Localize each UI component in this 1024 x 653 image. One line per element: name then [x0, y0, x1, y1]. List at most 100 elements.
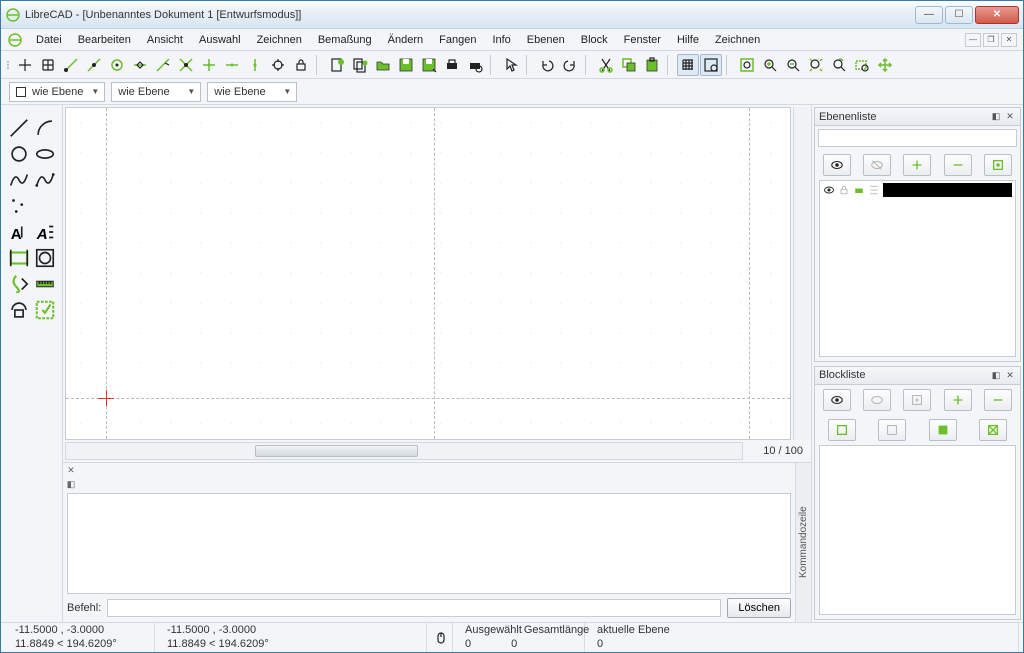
menu-hilfe[interactable]: Hilfe — [670, 32, 706, 48]
layer-edit-icon[interactable] — [984, 154, 1012, 176]
new-file-icon[interactable] — [326, 54, 348, 76]
command-history[interactable] — [67, 493, 791, 594]
snap-endpoint-icon[interactable] — [60, 54, 82, 76]
mdi-minimize[interactable]: — — [965, 33, 981, 47]
print-preview-icon[interactable] — [464, 54, 486, 76]
menu-ansicht[interactable]: Ansicht — [140, 32, 190, 48]
zoom-auto-icon[interactable] — [805, 54, 827, 76]
zoom-out-icon[interactable] — [782, 54, 804, 76]
layer-combo[interactable]: wie Ebene▼ — [9, 82, 105, 102]
tool-point-icon[interactable] — [8, 195, 30, 217]
block-add-icon[interactable] — [944, 389, 972, 411]
toggle-draft-icon[interactable] — [700, 54, 722, 76]
block-create-icon[interactable] — [903, 389, 931, 411]
snap-free-icon[interactable] — [14, 54, 36, 76]
restrict-horizontal-icon[interactable] — [221, 54, 243, 76]
layers-filter-input[interactable] — [818, 129, 1017, 147]
vertical-scrollbar[interactable] — [793, 107, 809, 440]
save-as-icon[interactable] — [418, 54, 440, 76]
tool-select-icon[interactable] — [34, 299, 56, 321]
menu-datei[interactable]: Datei — [29, 32, 69, 48]
set-relative-zero-icon[interactable] — [267, 54, 289, 76]
block-rename-icon[interactable] — [828, 419, 856, 441]
block-remove-icon[interactable] — [984, 389, 1012, 411]
block-insert-icon[interactable] — [979, 419, 1007, 441]
tool-modify-icon[interactable] — [8, 273, 30, 295]
menu-zeichnen[interactable]: Zeichnen — [250, 32, 309, 48]
horizontal-scrollbar[interactable] — [65, 442, 743, 460]
menu-bemassung[interactable]: Bemaßung — [311, 32, 379, 48]
layer-visible-icon[interactable] — [823, 184, 835, 196]
command-clear-button[interactable]: Löschen — [727, 598, 791, 618]
menu-fenster[interactable]: Fenster — [617, 32, 668, 48]
close-button[interactable]: ✕ — [975, 6, 1019, 24]
layer-print-icon[interactable] — [853, 184, 865, 196]
copy-icon[interactable] — [618, 54, 640, 76]
lock-relative-zero-icon[interactable] — [290, 54, 312, 76]
tool-block-icon[interactable] — [8, 299, 30, 321]
undo-icon[interactable] — [536, 54, 558, 76]
tool-dimension-icon[interactable] — [8, 247, 30, 269]
menu-ebenen[interactable]: Ebenen — [520, 32, 572, 48]
print-icon[interactable] — [441, 54, 463, 76]
redo-icon[interactable] — [559, 54, 581, 76]
pointer-icon[interactable] — [500, 54, 522, 76]
snap-grid-icon[interactable] — [37, 54, 59, 76]
zoom-redraw-icon[interactable] — [736, 54, 758, 76]
block-hide-all-icon[interactable] — [863, 389, 891, 411]
zoom-pan-icon[interactable] — [874, 54, 896, 76]
tool-spline-icon[interactable] — [8, 169, 30, 191]
tool-polyline-icon[interactable] — [34, 169, 56, 191]
restrict-vertical-icon[interactable] — [244, 54, 266, 76]
tool-hatch-icon[interactable] — [34, 247, 56, 269]
toolbar-handle[interactable] — [5, 61, 11, 69]
maximize-button[interactable]: ☐ — [945, 6, 973, 24]
block-save-icon[interactable] — [929, 419, 957, 441]
cut-icon[interactable] — [595, 54, 617, 76]
snap-middle-icon[interactable] — [129, 54, 151, 76]
menu-bearbeiten[interactable]: Bearbeiten — [71, 32, 138, 48]
mdi-close[interactable]: ✕ — [1001, 33, 1017, 47]
layer-remove-icon[interactable] — [944, 154, 972, 176]
menu-auswahl[interactable]: Auswahl — [192, 32, 248, 48]
tool-circle-icon[interactable] — [8, 143, 30, 165]
tool-mtext-icon[interactable]: A — [34, 221, 56, 243]
blocks-list[interactable] — [819, 445, 1016, 616]
snap-onentity-icon[interactable] — [83, 54, 105, 76]
block-edit-icon[interactable] — [878, 419, 906, 441]
blocks-undock-icon[interactable]: ◧ — [990, 369, 1002, 381]
layer-lock-icon[interactable] — [838, 184, 850, 196]
drawing-canvas[interactable] — [65, 107, 791, 440]
paste-icon[interactable] — [641, 54, 663, 76]
tool-measure-icon[interactable] — [34, 273, 56, 295]
layer-hide-all-icon[interactable] — [863, 154, 891, 176]
new-from-template-icon[interactable] — [349, 54, 371, 76]
open-file-icon[interactable] — [372, 54, 394, 76]
zoom-in-icon[interactable] — [759, 54, 781, 76]
layer-show-all-icon[interactable] — [823, 154, 851, 176]
layer-add-icon[interactable] — [903, 154, 931, 176]
minimize-button[interactable]: — — [915, 6, 943, 24]
menu-zeichnen-2[interactable]: Zeichnen — [708, 32, 767, 48]
layer-row-0[interactable] — [820, 181, 1015, 199]
color-combo[interactable]: wie Ebene▼ — [111, 82, 201, 102]
menu-fangen[interactable]: Fangen — [432, 32, 483, 48]
layers-close-icon[interactable]: ✕ — [1004, 111, 1016, 123]
zoom-window-icon[interactable] — [851, 54, 873, 76]
block-show-all-icon[interactable] — [823, 389, 851, 411]
layers-list[interactable] — [819, 180, 1016, 357]
menu-aendern[interactable]: Ändern — [381, 32, 430, 48]
tool-arc-icon[interactable] — [34, 117, 56, 139]
tool-text-icon[interactable]: A — [8, 221, 30, 243]
save-file-icon[interactable] — [395, 54, 417, 76]
snap-intersection-icon[interactable] — [175, 54, 197, 76]
cmd-close-icon[interactable]: ✕ — [65, 464, 77, 476]
snap-center-icon[interactable] — [106, 54, 128, 76]
blocks-close-icon[interactable]: ✕ — [1004, 369, 1016, 381]
scroll-thumb[interactable] — [255, 445, 417, 457]
tool-line-icon[interactable] — [8, 117, 30, 139]
menu-info[interactable]: Info — [485, 32, 517, 48]
cmd-undock-icon[interactable]: ◧ — [65, 478, 77, 490]
zoom-previous-icon[interactable] — [828, 54, 850, 76]
linetype-combo[interactable]: wie Ebene▼ — [207, 82, 297, 102]
